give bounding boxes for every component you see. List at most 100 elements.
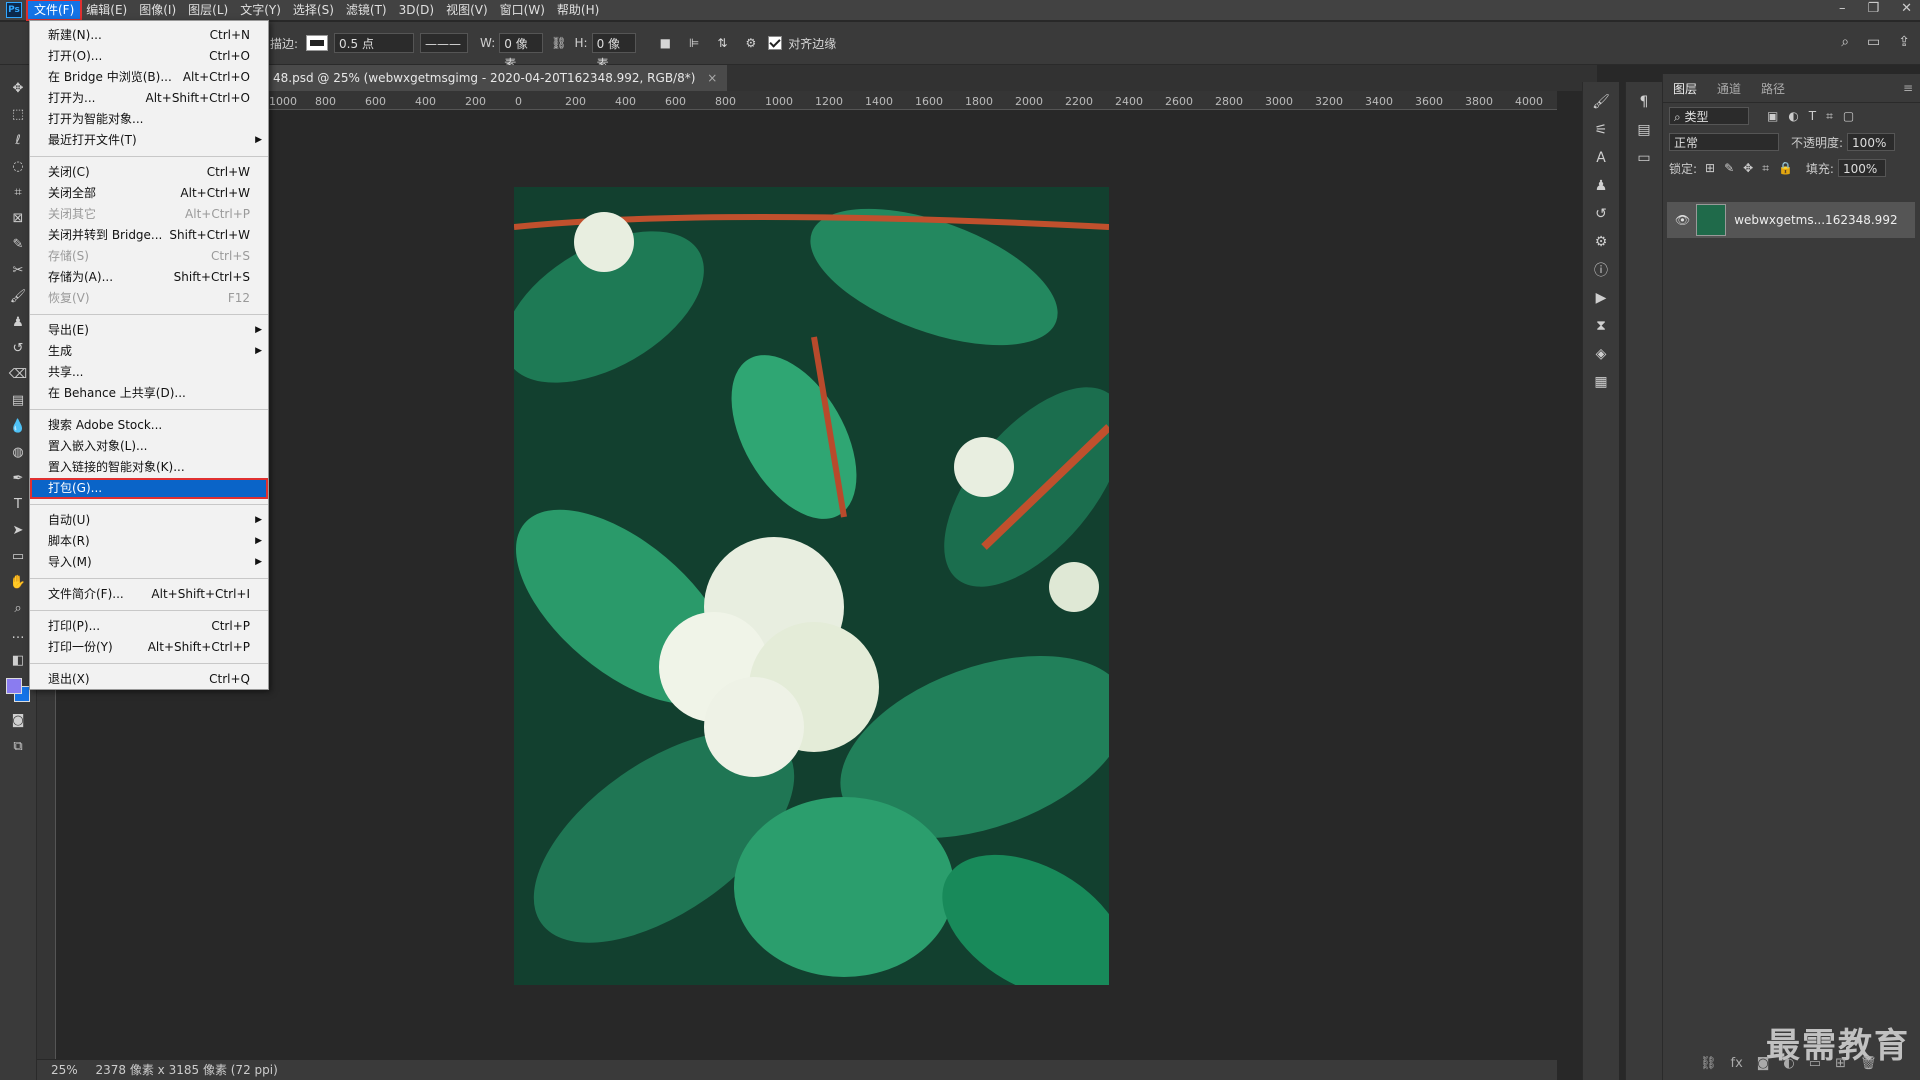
gear-icon[interactable]: ⚙ <box>745 36 756 50</box>
document-tab[interactable]: 48.psd @ 25% (webwxgetmsgimg - 2020-04-2… <box>267 65 728 91</box>
link-icon[interactable]: ⛓ <box>551 36 566 50</box>
menu-item-automate[interactable]: 自动(U) ▶ <box>30 510 268 531</box>
ruler-tick: 1800 <box>965 95 993 108</box>
actions-icon[interactable]: ▶ <box>1583 284 1619 312</box>
align-edges-checkbox[interactable] <box>768 36 783 50</box>
menu-item-import[interactable]: 导入(M) ▶ <box>30 552 268 573</box>
new-layer-icon[interactable]: ⊞ <box>1835 1056 1846 1071</box>
menu-item-new[interactable]: 新建(N)... Ctrl+N <box>30 25 268 46</box>
menu-item-close-go-bridge[interactable]: 关闭并转到 Bridge... Shift+Ctrl+W <box>30 225 268 246</box>
menu-item-place-embedded[interactable]: 置入嵌入对象(L)... <box>30 436 268 457</box>
tab-channels[interactable]: 通道 <box>1707 80 1751 97</box>
menu-window[interactable]: 窗口(W) <box>494 1 551 19</box>
menu-type[interactable]: 文字(Y) <box>234 1 287 19</box>
menu-help[interactable]: 帮助(H) <box>551 1 605 19</box>
ruler-tick: 3000 <box>1265 95 1293 108</box>
menu-filter[interactable]: 滤镜(T) <box>340 1 393 19</box>
3d-icon[interactable]: ◈ <box>1583 340 1619 368</box>
fill-field[interactable]: 100% <box>1837 159 1886 177</box>
grid-icon[interactable]: ▦ <box>1583 368 1619 396</box>
stroke-width-field[interactable]: 0.5 点 <box>334 33 415 53</box>
brush-settings-icon[interactable]: 🖌 <box>1583 88 1619 116</box>
menu-layer[interactable]: 图层(L) <box>182 1 234 19</box>
filter-icons[interactable]: ▣◐T⌗▢ <box>1767 109 1864 124</box>
group-icon[interactable]: ▭ <box>1809 1056 1821 1071</box>
menu-edit[interactable]: 编辑(E) <box>80 1 133 19</box>
menu-item-place-linked[interactable]: 置入链接的智能对象(K)... <box>30 457 268 478</box>
opacity-field[interactable]: 100% <box>1847 133 1896 151</box>
menu-item-search-stock[interactable]: 搜索 Adobe Stock... <box>30 415 268 436</box>
fx-icon[interactable]: fx <box>1731 1056 1743 1071</box>
link-layers-icon[interactable]: ⛓ <box>1700 1056 1717 1071</box>
ruler-tick: 2400 <box>1115 95 1143 108</box>
menu-item-browse-bridge[interactable]: 在 Bridge 中浏览(B)... Alt+Ctrl+O <box>30 67 268 88</box>
fill-label: 填充: <box>1805 161 1834 176</box>
layer-row[interactable]: 👁 webwxgetms...162348.992 <box>1667 202 1915 238</box>
blend-mode-select[interactable]: 正常 <box>1669 133 1779 151</box>
menu-item-generate[interactable]: 生成 ▶ <box>30 341 268 362</box>
menu-item-open-smart-object[interactable]: 打开为智能对象... <box>30 109 268 130</box>
menu-item-shortcut: Ctrl+P <box>211 619 250 633</box>
quick-mask-icon[interactable]: ◙ <box>0 707 36 733</box>
menu-item-print-one-copy[interactable]: 打印一份(Y) Alt+Shift+Ctrl+P <box>30 637 268 658</box>
menu-item-recent[interactable]: 最近打开文件(T) ▶ <box>30 130 268 151</box>
width-field[interactable]: 0 像素 <box>499 33 544 71</box>
history-icon[interactable]: ↺ <box>1583 200 1619 228</box>
height-field[interactable]: 0 像素 <box>591 33 636 71</box>
stroke-style-select[interactable]: ——— <box>420 33 469 53</box>
search-icon[interactable]: ⌕ <box>1841 34 1849 50</box>
menu-3d[interactable]: 3D(D) <box>393 1 440 19</box>
menu-item-label: 共享... <box>48 365 84 379</box>
screen-mode-icon[interactable]: ⧉ <box>0 733 36 759</box>
menu-select[interactable]: 选择(S) <box>287 1 340 19</box>
menu-item-share-behance[interactable]: 在 Behance 上共享(D)... <box>30 383 268 404</box>
menu-item-label: 新建(N)... <box>48 28 102 42</box>
menu-view[interactable]: 视图(V) <box>440 1 494 19</box>
restore-icon[interactable]: ❐ <box>1867 0 1879 18</box>
tab-layers[interactable]: 图层 <box>1663 80 1707 97</box>
notes-icon[interactable]: ▭ <box>1626 144 1662 172</box>
share-icon[interactable]: ⇪ <box>1898 34 1910 50</box>
mask-icon[interactable]: ◙ <box>1757 1056 1770 1071</box>
workspace-icon[interactable]: ▭ <box>1867 34 1880 50</box>
menu-item-close[interactable]: 关闭(C) Ctrl+W <box>30 162 268 183</box>
menu-item-export[interactable]: 导出(E) ▶ <box>30 320 268 341</box>
menu-item-package[interactable]: 打包(G)... <box>30 478 268 499</box>
layer-filter-select[interactable]: ⌕ 类型 <box>1669 107 1749 125</box>
trash-icon[interactable]: 🗑 <box>1860 1056 1877 1071</box>
menu-item-open-as[interactable]: 打开为... Alt+Shift+Ctrl+O <box>30 88 268 109</box>
paragraph-icon[interactable]: ¶ <box>1626 88 1662 116</box>
close-tab-icon[interactable]: × <box>707 71 717 85</box>
menu-item-scripts[interactable]: 脚本(R) ▶ <box>30 531 268 552</box>
menu-item-file-info[interactable]: 文件简介(F)... Alt+Shift+Ctrl+I <box>30 584 268 605</box>
tab-paths[interactable]: 路径 <box>1751 80 1795 97</box>
layer-name[interactable]: webwxgetms...162348.992 <box>1734 213 1897 227</box>
menu-item-exit[interactable]: 退出(X) Ctrl+Q <box>30 669 268 690</box>
menu-item-save-as[interactable]: 存储为(A)... Shift+Ctrl+S <box>30 267 268 288</box>
info-icon[interactable]: ⓘ <box>1583 256 1619 284</box>
panel-menu-icon[interactable]: ≡ <box>1903 81 1920 95</box>
path-ops-icon[interactable]: ■ <box>660 36 671 50</box>
close-icon[interactable]: ✕ <box>1901 0 1912 18</box>
lock-icons[interactable]: ⊞✎✥⌗🔒 <box>1705 161 1802 176</box>
stroke-swatch[interactable] <box>306 35 329 51</box>
menu-item-share[interactable]: 共享... <box>30 362 268 383</box>
menu-item-open[interactable]: 打开(O)... Ctrl+O <box>30 46 268 67</box>
menu-file[interactable]: 文件(F) <box>25 0 83 21</box>
menu-item-print[interactable]: 打印(P)... Ctrl+P <box>30 616 268 637</box>
clone-source-icon[interactable]: ♟ <box>1583 172 1619 200</box>
zoom-level[interactable]: 25% <box>51 1063 78 1077</box>
adjustment-layer-icon[interactable]: ◐ <box>1783 1056 1794 1071</box>
adjustments-icon[interactable]: ⚟ <box>1583 116 1619 144</box>
path-align-icon[interactable]: ⊫ <box>689 36 699 50</box>
menu-image[interactable]: 图像(I) <box>133 1 182 19</box>
menu-item-label: 打开为... <box>48 91 96 105</box>
menu-item-close-all[interactable]: 关闭全部 Alt+Ctrl+W <box>30 183 268 204</box>
libraries-icon[interactable]: ▤ <box>1626 116 1662 144</box>
path-arrange-icon[interactable]: ⇅ <box>717 36 727 50</box>
properties-icon[interactable]: ⚙ <box>1583 228 1619 256</box>
character-icon[interactable]: A <box>1583 144 1619 172</box>
timeline-icon[interactable]: ⧗ <box>1583 312 1619 340</box>
eye-icon[interactable]: 👁 <box>1675 213 1690 227</box>
minimize-icon[interactable]: – <box>1839 0 1846 18</box>
